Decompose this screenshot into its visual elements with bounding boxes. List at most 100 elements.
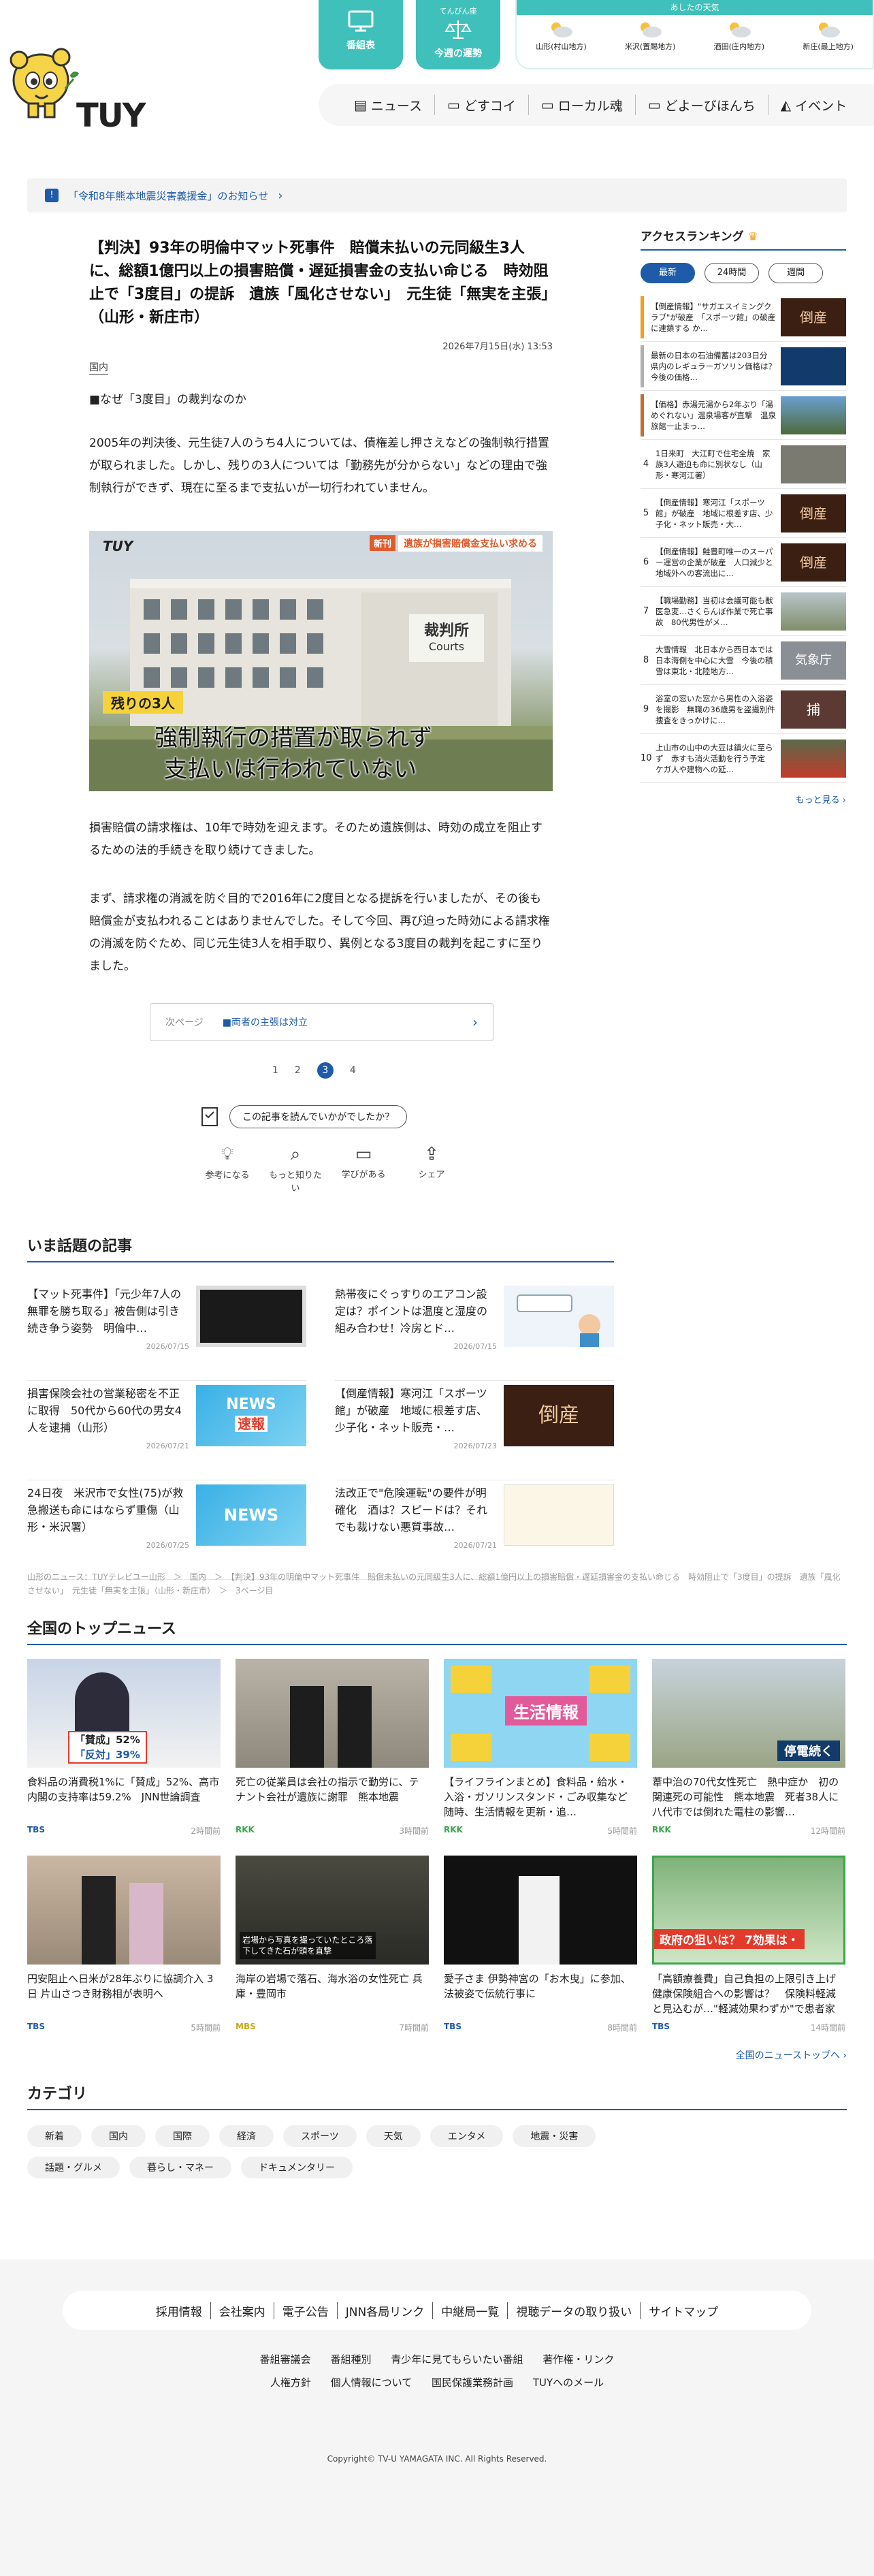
category-chip[interactable]: 天気 — [366, 2125, 421, 2147]
category-chip[interactable]: 暮らし・マネー — [129, 2157, 231, 2178]
category-chip[interactable]: エンタメ — [430, 2125, 504, 2147]
trending-item[interactable]: 24日夜 米沢市で女性(75)が救急搬送も命にはならず重傷（山形・米沢署） 202… — [27, 1480, 306, 1580]
ranking-item[interactable]: 【倒産情報】"サガエスイミングクラブ"が破産 「スポーツ館」の破産に連鎖する か… — [641, 293, 846, 342]
fortune-label: 今週の運勢 — [434, 48, 482, 59]
tab-latest[interactable]: 最新 — [641, 263, 695, 283]
category-chip[interactable]: 国内 — [91, 2125, 146, 2147]
footer-link[interactable]: 会社案内 — [211, 2302, 274, 2319]
ranking-thumb: 捕 — [781, 690, 846, 729]
category-chip[interactable]: 話題・グルメ — [27, 2157, 120, 2178]
weather-widget[interactable]: あしたの天気 山形(村山地方) 米沢(置賜地方) 酒田(庄内地方) 新庄(最上地… — [515, 0, 874, 69]
ranking-item[interactable]: 9 浴室の窓いた窓から男性の入浴姿を撮影 無職の36歳男を盗撮別件捜査をきっかけに… — [641, 685, 846, 734]
ranking-item[interactable]: 7 【職場勤務】当初は会議可能も獣医急変…さくらんぼ作業で死亡事故 80代男性がメ… — [641, 587, 846, 636]
news-time: 5時間前 — [607, 1826, 637, 1836]
reaction-educational-button[interactable]: ▭ 学びがある — [337, 1144, 390, 1194]
category-chip[interactable]: スポーツ — [283, 2125, 357, 2147]
fortune-button[interactable]: てんびん座 今週の運勢 — [416, 0, 500, 69]
news-card-title: 食料品の消費税1%に「賛成」52%、高市内閣の支持率は59.2% JNN世論調査 — [27, 1776, 220, 1803]
page-link[interactable]: 2 — [295, 1065, 301, 1076]
footer-link[interactable]: 個人情報について — [331, 2376, 412, 2389]
national-title: 全国のトップニュース — [27, 1617, 847, 1645]
trending-item[interactable]: 【倒産情報】寒河江「スポーツ館」が破産 地域に根差す店、少子化・ネット販売・… 2… — [335, 1381, 614, 1480]
ranking-more-link[interactable]: もっと見る › — [641, 793, 846, 806]
footer-link[interactable]: TUYへのメール — [533, 2376, 604, 2389]
news-time: 3時間前 — [399, 1826, 429, 1836]
trending-item[interactable]: 法改正で"危険運転"の要件が明確化 酒は？スピードは？それでも裁けない悪質事故…… — [335, 1480, 614, 1580]
footer-link[interactable]: 著作権・リンク — [543, 2353, 614, 2366]
weather-item[interactable]: 新庄(最上地方) — [791, 20, 866, 52]
footer-link[interactable]: JNN各局リンク — [338, 2302, 434, 2319]
reaction-learn-more-button[interactable]: ⌕ もっと知りたい — [269, 1144, 322, 1194]
news-thumb: 生活情報 — [444, 1659, 637, 1768]
footer-link[interactable]: 国民保護業務計画 — [432, 2376, 513, 2389]
category-chip[interactable]: 経済 — [219, 2125, 274, 2147]
national-news-card[interactable]: 停電続く 葦中治の70代女性死亡 熱中症か 初の関連死の可能性 熊本地震 死者3… — [652, 1659, 845, 1836]
footer-link[interactable]: 採用情報 — [148, 2302, 211, 2319]
weather-item[interactable]: 酒田(庄内地方) — [702, 20, 777, 52]
share-button[interactable]: ⇪ シェア — [405, 1144, 458, 1194]
ranking-item[interactable]: 8 大雪情報 北日本から西日本では日本海側を中心に大雪 今後の積雪は東北・北陸地方… — [641, 636, 846, 685]
national-news-card[interactable]: 生活情報 【ライフラインまとめ】食料品・給水・入浴・ガソリンスタンド・ごみ収集な… — [444, 1659, 637, 1836]
trending-item[interactable]: 損害保険会社の営業秘密を不正に取得 50代から60代の男女4人を逮捕（山形） 20… — [27, 1381, 306, 1480]
nav-local[interactable]: ▭ ローカル魂 — [529, 95, 636, 115]
footer-link[interactable]: 中継局一覧 — [433, 2302, 508, 2319]
breadcrumb[interactable]: 山形のニュース：TUYテレビユー山形 ＞ 国内 ＞ 【判決】93年の明倫中マット… — [27, 1570, 847, 1597]
national-more-link[interactable]: 全国のニューストップへ › — [27, 2048, 847, 2062]
footer-link[interactable]: 人権方針 — [270, 2376, 311, 2389]
footer-sub-links: 番組審議会 番組種別 青少年に見てもらいたい番組 著作権・リンク 人権方針 個人… — [0, 2348, 874, 2394]
category-chip[interactable]: 国際 — [155, 2125, 210, 2147]
outage-caption: 停電続く — [777, 1740, 840, 1761]
category-chip[interactable]: ドキュメンタリー — [241, 2157, 353, 2178]
trending-item[interactable]: 熱帯夜にぐっすりのエアコン設定は？ポイントは温度と湿度の組み合わせ！冷房とド… 2… — [335, 1282, 614, 1381]
category-chip[interactable]: 新着 — [27, 2125, 82, 2147]
info-icon-block — [589, 1666, 630, 1693]
rank-number: 8 — [643, 655, 649, 665]
next-page-link[interactable]: 次ページ ■両者の主張は対立 › — [150, 1003, 493, 1041]
weather-item[interactable]: 米沢(置賜地方) — [613, 20, 687, 52]
tab-weekly[interactable]: 週間 — [768, 263, 823, 283]
footer-link[interactable]: サイトマップ — [641, 2302, 726, 2319]
nav-news[interactable]: ▤ ニュース — [342, 95, 435, 115]
category-chip[interactable]: 地震・災害 — [513, 2125, 596, 2147]
footer-link[interactable]: 電子公告 — [274, 2302, 338, 2319]
national-news-card[interactable]: 愛子さま 伊勢神宮の「お木曳」に参加、法被姿で伝統行事に TBS 8時間前 — [444, 1856, 637, 2033]
nav-doyobi[interactable]: ▭ どよーびほんち — [636, 95, 768, 115]
ranking-item[interactable]: 4 1日来町 大江町で住宅全焼 家族3人避迫も命に別状なし（山形・寒河江署） — [641, 440, 846, 489]
tab-24h[interactable]: 24時間 — [705, 263, 759, 283]
news-card-title: 円安阻止へ日米が28年ぶりに協調介入 3日 片山さつき財務相が表明へ — [27, 1973, 214, 2000]
news-card-title: 死亡の従業員は会社の指示で勤労に、テナント会社が遺族に謝罪 熊本地震 — [236, 1776, 419, 1803]
national-news-card[interactable]: 政府の狙いは？ 7効果は・ 「高額療養費」自己負担の上限引き上げ 健康保険組合へ… — [652, 1856, 845, 2033]
notice-banner[interactable]: ! 「令和8年熊本地震災害義援金」のお知らせ › — [27, 178, 847, 212]
national-news-card[interactable]: 死亡の従業員は会社の指示で勤労に、テナント会社が遺族に謝罪 熊本地震 RKK 3時… — [236, 1659, 429, 1836]
national-news-card[interactable]: 円安阻止へ日米が28年ぶりに協調介入 3日 片山さつき財務相が表明へ TBS 5時… — [27, 1856, 221, 2033]
national-news-card[interactable]: 「賛成」52% 「反対」39% 食料品の消費税1%に「賛成」52%、高市内閣の支持… — [27, 1659, 221, 1836]
weather-item[interactable]: 山形(村山地方) — [523, 20, 598, 52]
article-date: 2026年7月15日(水) 13:53 — [442, 342, 553, 352]
footer-link[interactable]: 番組審議会 — [260, 2353, 311, 2366]
footer-link[interactable]: 青少年に見てもらいたい番組 — [391, 2353, 523, 2366]
nav-dosukoi[interactable]: ▭ どすコイ — [435, 95, 529, 115]
footer-link[interactable]: 番組種別 — [330, 2353, 371, 2366]
ranking-item[interactable]: 【価格】赤湯元湯から2年ぶり「湯めぐれない」温泉場客が直撃 温泉旅館一止まっ… — [641, 391, 846, 440]
site-logo[interactable]: TUY — [76, 97, 146, 135]
nav-event[interactable]: ◭ イベント — [768, 95, 859, 115]
article-category[interactable]: 国内 — [89, 360, 108, 375]
page-link[interactable]: 4 — [350, 1065, 356, 1076]
trending-item-date: 2026/07/23 — [453, 1442, 497, 1450]
page-link[interactable]: 1 — [272, 1065, 278, 1076]
alert-icon: ! — [45, 189, 59, 202]
ranking-item[interactable]: 5 【倒産情報】寒河江「スポーツ館」が破産 地域に根差す店、少子化・ネット販売・大… — [641, 489, 846, 538]
program-guide-button[interactable]: 番組表 — [319, 0, 403, 69]
ranking-item[interactable]: 6 【倒産情報】鮭豊町唯一のスーパー運営の企業が破産 人口減少と地域外への客流出に… — [641, 538, 846, 587]
trending-item[interactable]: 【マット死事件】「元少年7人の無罪を勝ち取る」被告側は引き続き争う姿勢 明倫中…… — [27, 1282, 306, 1381]
national-news-card[interactable]: 岩場から写真を撮っていたところ落下してきた石が頭を直撃 海岸の岩場で落石、海水浴… — [236, 1856, 429, 2033]
reaction-helpful-button[interactable]: 💡︎ 参考になる — [201, 1144, 254, 1194]
ranking-thumb: 倒産 — [781, 543, 846, 582]
ranking-item[interactable]: 最新の日本の石油備蓄は203日分 県内のレギュラーガソリン価格は？今後の価格… — [641, 342, 846, 391]
rank-bar — [641, 345, 644, 387]
trending-thumb: NEWS — [196, 1484, 306, 1546]
ranking-item[interactable]: 10 上山市の山中の大豆は鎮火に至らず 赤すも消火活動を行う予定 ケガ人や建物への… — [641, 734, 846, 783]
categories: カテゴリ 新着 国内 国際 経済 スポーツ 天気 エンタメ 地震・災害 話題・グ… — [27, 2082, 847, 2178]
footer-link[interactable]: 視聴データの取り扱い — [508, 2302, 641, 2319]
mascot-icon[interactable] — [5, 41, 80, 123]
